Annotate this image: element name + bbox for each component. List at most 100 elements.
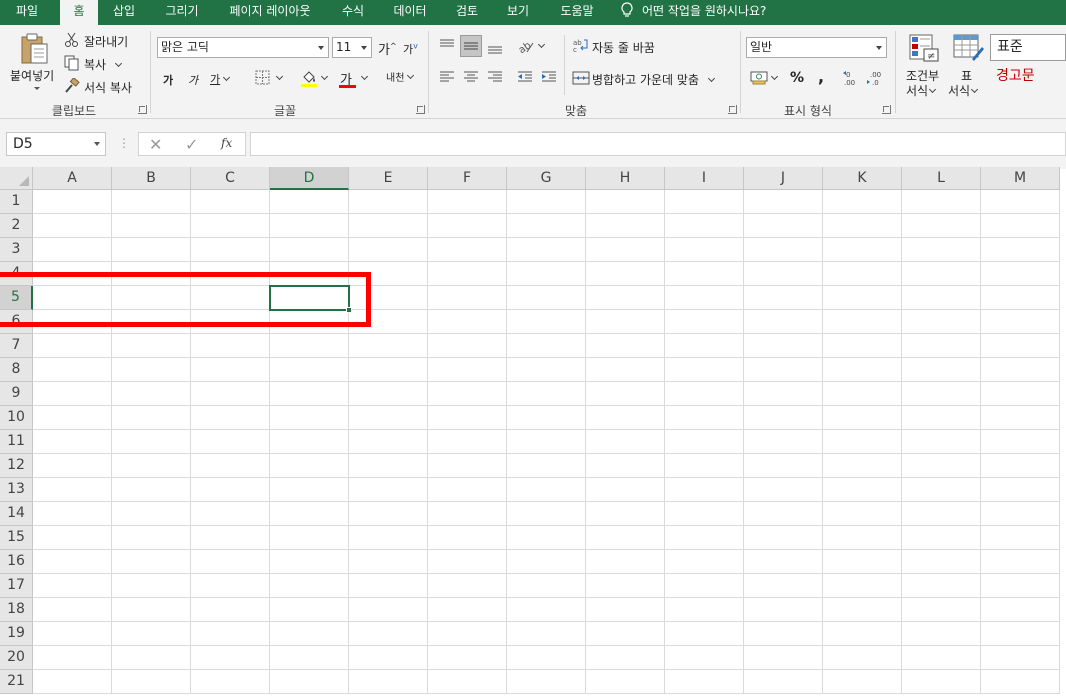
cell-a1[interactable]	[33, 190, 112, 214]
cell-b1[interactable]	[112, 190, 191, 214]
cell-k11[interactable]	[823, 430, 902, 454]
wrap-text-button[interactable]: 자동 줄 바꿈	[592, 39, 655, 56]
cell-g3[interactable]	[507, 238, 586, 262]
cell-e8[interactable]	[349, 358, 428, 382]
cell-e13[interactable]	[349, 478, 428, 502]
copy-button[interactable]: 복사	[84, 56, 123, 73]
cell-k16[interactable]	[823, 550, 902, 574]
cell-c2[interactable]	[191, 214, 270, 238]
cell-e21[interactable]	[349, 670, 428, 694]
cell-m6[interactable]	[981, 310, 1060, 334]
column-header-e[interactable]: E	[349, 167, 428, 190]
cell-m20[interactable]	[981, 646, 1060, 670]
cell-a14[interactable]	[33, 502, 112, 526]
cell-m1[interactable]	[981, 190, 1060, 214]
cell-d17[interactable]	[270, 574, 349, 598]
align-middle-icon[interactable]	[460, 35, 482, 57]
row-header-16[interactable]: 16	[0, 550, 33, 574]
cell-d19[interactable]	[270, 622, 349, 646]
column-header-l[interactable]: L	[902, 167, 981, 190]
cell-c1[interactable]	[191, 190, 270, 214]
row-header-1[interactable]: 1	[0, 190, 33, 214]
cell-e15[interactable]	[349, 526, 428, 550]
cell-h12[interactable]	[586, 454, 665, 478]
cell-h15[interactable]	[586, 526, 665, 550]
cell-k7[interactable]	[823, 334, 902, 358]
cell-e6[interactable]	[349, 310, 428, 334]
cell-h19[interactable]	[586, 622, 665, 646]
cell-i4[interactable]	[665, 262, 744, 286]
cell-e4[interactable]	[349, 262, 428, 286]
font-color-dropdown[interactable]	[358, 71, 369, 85]
cell-c4[interactable]	[191, 262, 270, 286]
cell-l17[interactable]	[902, 574, 981, 598]
cell-g17[interactable]	[507, 574, 586, 598]
cell-i11[interactable]	[665, 430, 744, 454]
cell-g10[interactable]	[507, 406, 586, 430]
cell-l10[interactable]	[902, 406, 981, 430]
cell-a9[interactable]	[33, 382, 112, 406]
cell-c6[interactable]	[191, 310, 270, 334]
cell-c14[interactable]	[191, 502, 270, 526]
cell-i7[interactable]	[665, 334, 744, 358]
cell-f8[interactable]	[428, 358, 507, 382]
increase-indent-icon[interactable]	[540, 70, 558, 87]
cell-b20[interactable]	[112, 646, 191, 670]
cell-k15[interactable]	[823, 526, 902, 550]
row-header-7[interactable]: 7	[0, 334, 33, 358]
cell-g19[interactable]	[507, 622, 586, 646]
row-header-14[interactable]: 14	[0, 502, 33, 526]
cell-l19[interactable]	[902, 622, 981, 646]
cell-d14[interactable]	[270, 502, 349, 526]
decrease-indent-icon[interactable]	[516, 70, 534, 87]
cell-h21[interactable]	[586, 670, 665, 694]
cell-h17[interactable]	[586, 574, 665, 598]
row-header-19[interactable]: 19	[0, 622, 33, 646]
tab-formulas[interactable]: 수식	[332, 0, 374, 25]
cell-g21[interactable]	[507, 670, 586, 694]
row-header-9[interactable]: 9	[0, 382, 33, 406]
cell-b19[interactable]	[112, 622, 191, 646]
cell-j4[interactable]	[744, 262, 823, 286]
border-icon[interactable]	[255, 70, 271, 89]
cell-c7[interactable]	[191, 334, 270, 358]
cell-h11[interactable]	[586, 430, 665, 454]
worksheet-grid[interactable]: A B C D E F G H I J K L M 1 2 3 4 5 6 7 8 9 10 11 12 13 14 15 16 17 18…	[0, 167, 1066, 698]
cell-k8[interactable]	[823, 358, 902, 382]
cell-d3[interactable]	[270, 238, 349, 262]
column-header-i[interactable]: I	[665, 167, 744, 190]
column-header-a[interactable]: A	[33, 167, 112, 190]
row-header-11[interactable]: 11	[0, 430, 33, 454]
shrink-font-button[interactable]: 가v	[403, 41, 418, 57]
conditional-formatting-label-2[interactable]: 서식	[906, 82, 937, 99]
cell-f11[interactable]	[428, 430, 507, 454]
cell-a8[interactable]	[33, 358, 112, 382]
cell-b11[interactable]	[112, 430, 191, 454]
cell-a19[interactable]	[33, 622, 112, 646]
column-header-d[interactable]: D	[270, 167, 349, 190]
cell-m9[interactable]	[981, 382, 1060, 406]
cell-f5[interactable]	[428, 286, 507, 310]
cell-k14[interactable]	[823, 502, 902, 526]
cell-e14[interactable]	[349, 502, 428, 526]
cell-f18[interactable]	[428, 598, 507, 622]
cell-d6[interactable]	[270, 310, 349, 334]
cell-d10[interactable]	[270, 406, 349, 430]
cell-i13[interactable]	[665, 478, 744, 502]
cell-l5[interactable]	[902, 286, 981, 310]
row-header-17[interactable]: 17	[0, 574, 33, 598]
cell-f19[interactable]	[428, 622, 507, 646]
cell-j13[interactable]	[744, 478, 823, 502]
orientation-icon[interactable]: ab	[516, 37, 536, 58]
cell-f14[interactable]	[428, 502, 507, 526]
paste-icon[interactable]	[20, 33, 50, 68]
cell-j17[interactable]	[744, 574, 823, 598]
column-header-f[interactable]: F	[428, 167, 507, 190]
cell-m2[interactable]	[981, 214, 1060, 238]
cell-c10[interactable]	[191, 406, 270, 430]
cell-b16[interactable]	[112, 550, 191, 574]
cell-e5[interactable]	[349, 286, 428, 310]
cell-h18[interactable]	[586, 598, 665, 622]
underline-button[interactable]: 가	[210, 71, 231, 87]
cell-g1[interactable]	[507, 190, 586, 214]
